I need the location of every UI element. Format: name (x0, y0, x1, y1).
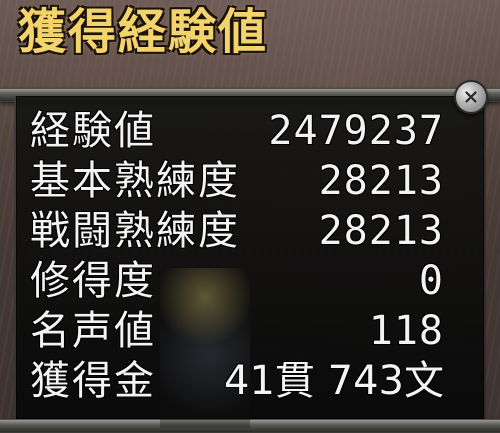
stat-label: 名声値 (30, 308, 156, 354)
stat-label: 修得度 (30, 258, 156, 304)
stat-label: 戦闘熟練度 (30, 208, 240, 254)
stat-label: 経験値 (30, 108, 156, 154)
stat-row-fame: 名声値 118 (30, 306, 444, 356)
stat-label: 基本熟練度 (30, 158, 240, 204)
stat-row-basic-proficiency: 基本熟練度 28213 (30, 156, 444, 206)
stat-value: 2479237 (268, 108, 444, 154)
stat-value: 28213 (318, 158, 444, 204)
stat-row-money: 獲得金 41貫 743文 (30, 356, 444, 406)
stat-row-exp: 経験値 2479237 (30, 106, 444, 156)
close-button[interactable] (454, 80, 488, 114)
stat-label: 獲得金 (30, 358, 156, 404)
close-icon (465, 91, 477, 103)
stats-list: 経験値 2479237 基本熟練度 28213 戦闘熟練度 28213 修得度 … (30, 106, 444, 406)
stat-value: 0 (418, 258, 444, 304)
stat-value: 28213 (318, 208, 444, 254)
stat-row-combat-proficiency: 戦闘熟練度 28213 (30, 206, 444, 256)
window-title: 獲得経験値 (18, 4, 269, 60)
stat-value: 41貫 743文 (224, 358, 444, 404)
stat-row-mastery: 修得度 0 (30, 256, 444, 306)
stat-value: 118 (368, 308, 444, 354)
